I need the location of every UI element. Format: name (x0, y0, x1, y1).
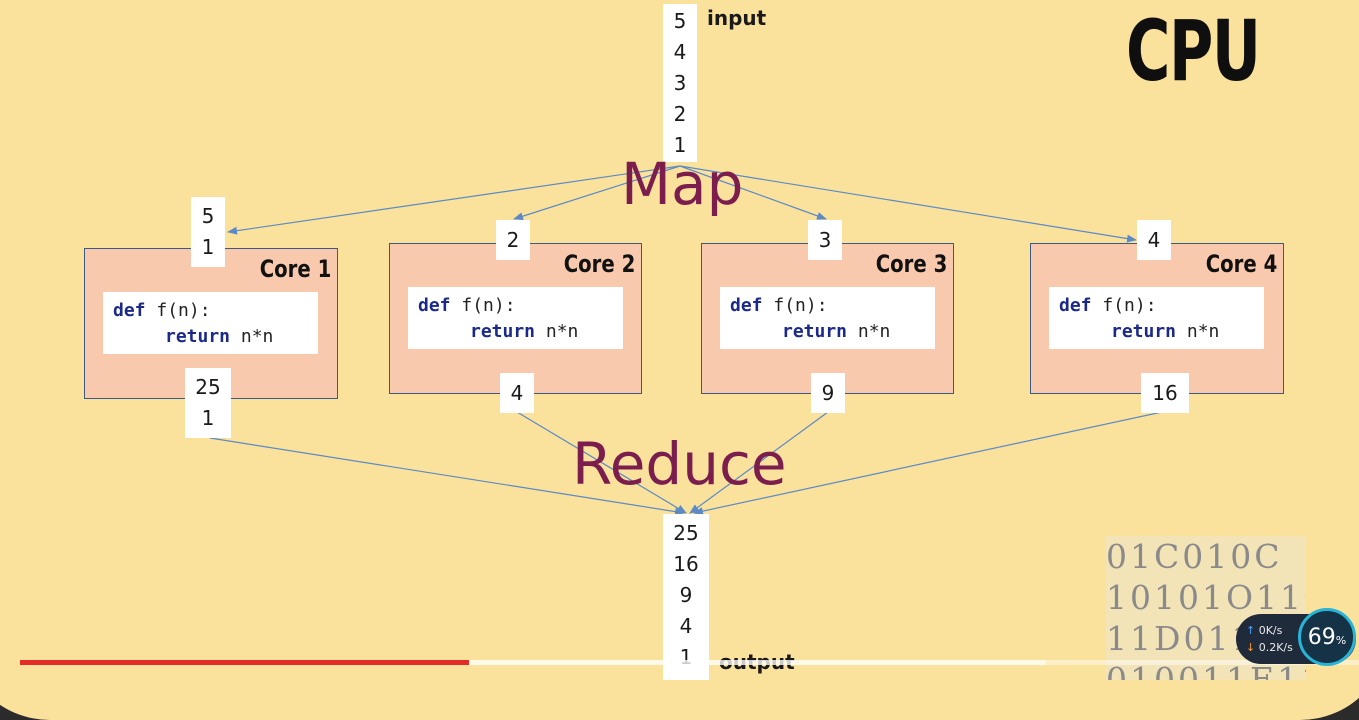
core-4-output-box: 16 (1141, 373, 1189, 413)
code-expression: n*n (545, 321, 579, 342)
output-value: 16 (673, 552, 699, 576)
core-4-code: def f(n): return n*n (1049, 287, 1264, 349)
core-output-value: 16 (1152, 380, 1178, 405)
core-4-input-box: 4 (1137, 220, 1171, 260)
code-keyword-return: return (1111, 321, 1177, 342)
core-input-value: 4 (1147, 227, 1161, 252)
arrow-down-icon: ↓ (1246, 641, 1256, 654)
output-values-box: 25 16 9 4 1 (663, 514, 709, 680)
input-value: 2 (673, 101, 687, 126)
map-arrow-core-4 (679, 165, 1137, 243)
core-4-title: Core 4 (1205, 250, 1277, 278)
core-input-value: 1 (201, 235, 215, 259)
core-output-value: 9 (821, 380, 835, 405)
code-keyword-return: return (165, 326, 231, 347)
input-values-box: 5 4 3 2 1 (663, 4, 697, 162)
code-keyword-def: def (418, 295, 451, 316)
code-expression: n*n (1186, 321, 1220, 342)
input-label: input (707, 6, 767, 30)
code-signature: f(n): (1102, 295, 1157, 316)
core-input-value: 5 (201, 204, 215, 228)
core-input-value: 2 (506, 227, 520, 252)
video-progress-fill (20, 660, 469, 665)
core-4-box: Core 4 def f(n): return n*n (1030, 243, 1284, 394)
output-value: 25 (673, 521, 699, 545)
input-value: 3 (673, 70, 687, 95)
core-3-output-box: 9 (811, 373, 845, 413)
watermark-row: 01C010C (1106, 537, 1283, 576)
map-arrow-core-1 (227, 165, 681, 235)
core-2-code: def f(n): return n*n (408, 287, 623, 349)
output-value: 9 (679, 583, 693, 607)
core-1-output-box: 25 1 (185, 368, 231, 438)
output-value: 4 (679, 614, 693, 638)
core-3-title: Core 3 (875, 250, 947, 278)
download-rate-unit: K/s (1276, 641, 1293, 654)
map-label: Map (621, 150, 744, 218)
reduce-label: Reduce (572, 430, 787, 498)
input-value: 4 (673, 39, 687, 64)
cpu-label: CPU (1126, 2, 1261, 100)
core-input-value: 3 (818, 227, 832, 252)
code-keyword-def: def (113, 300, 146, 321)
code-keyword-return: return (470, 321, 536, 342)
code-signature: f(n): (156, 300, 211, 321)
upload-rate-unit: K/s (1265, 624, 1283, 637)
core-1-title: Core 1 (259, 255, 331, 283)
core-3-input-box: 3 (808, 220, 842, 260)
core-output-value: 1 (201, 406, 215, 430)
arrow-up-icon: ↑ (1246, 624, 1256, 637)
core-output-value: 4 (510, 380, 524, 405)
output-value: 1 (679, 645, 693, 669)
core-2-output-box: 4 (500, 373, 534, 413)
download-rate: ↓ 0.2K/s (1246, 641, 1293, 654)
video-progress-bar[interactable] (20, 660, 1359, 665)
code-signature: f(n): (461, 295, 516, 316)
upload-rate: ↑ 0K/s (1246, 624, 1282, 637)
input-value: 5 (673, 8, 687, 33)
core-2-box: Core 2 def f(n): return n*n (389, 243, 642, 394)
network-speed-widget[interactable]: ↑ 0K/s ↓ 0.2K/s 69% (1236, 608, 1356, 666)
core-1-code: def f(n): return n*n (103, 292, 318, 354)
usage-percent-value: 69 (1307, 624, 1336, 650)
core-3-box: Core 3 def f(n): return n*n (701, 243, 954, 394)
usage-percent-circle: 69% (1298, 608, 1356, 666)
code-expression: n*n (857, 321, 891, 342)
upload-rate-value: 0 (1258, 624, 1266, 637)
core-output-value: 25 (195, 375, 221, 399)
core-1-input-box: 5 1 (191, 197, 225, 267)
core-2-title: Core 2 (563, 250, 635, 278)
core-3-code: def f(n): return n*n (720, 287, 935, 349)
map-reduce-diagram: 5 4 3 2 1 input CPU Map Reduce Core 1 de… (0, 0, 1359, 680)
code-expression: n*n (240, 326, 274, 347)
download-rate-value: 0.2 (1258, 641, 1277, 654)
code-keyword-def: def (1059, 295, 1092, 316)
code-signature: f(n): (773, 295, 828, 316)
core-2-input-box: 2 (496, 220, 530, 260)
usage-percent-unit: % (1335, 633, 1347, 647)
watermark-row: 10101O11C (1106, 578, 1306, 617)
code-keyword-return: return (782, 321, 848, 342)
code-keyword-def: def (730, 295, 763, 316)
